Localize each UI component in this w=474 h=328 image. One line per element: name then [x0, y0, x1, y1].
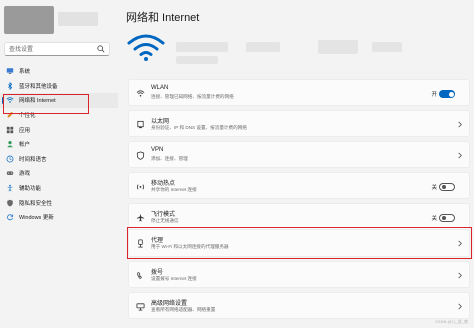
ethernet-icon [136, 120, 145, 129]
card-mobile-hotspot[interactable]: 移动热点 共享你的 Internet 连接 关 [128, 172, 470, 199]
card-title: 以太网 [151, 119, 170, 125]
toggle-knob [441, 216, 446, 220]
wifi-icon [6, 96, 14, 104]
dialup-icon [136, 271, 145, 280]
card-title: 拨号 [151, 270, 164, 276]
vpn-shield-icon [136, 151, 145, 160]
sidebar-item-time-language[interactable]: 时间和语言 [0, 152, 118, 167]
update-icon [6, 213, 14, 221]
chevron-right-icon [458, 121, 462, 128]
card-subtitle: 设置拨号 Internet 连接 [151, 276, 197, 281]
sidebar-item-accounts[interactable]: 帐户 [0, 137, 118, 152]
network-name-redacted [176, 42, 228, 52]
card-subtitle: 添加、连接、管理 [151, 156, 188, 161]
person-icon [6, 140, 14, 148]
chevron-right-icon [458, 272, 462, 279]
card-subtitle: 连接、管理已知网络、按流量计费的网络 [151, 94, 234, 99]
chevron-right-icon [458, 303, 462, 310]
sidebar-item-windows-update[interactable]: Windows 更新 [0, 210, 118, 225]
card-vpn[interactable]: VPN 添加、连接、管理 [128, 141, 470, 168]
brush-icon [6, 111, 14, 119]
airplane-icon [136, 213, 145, 222]
gamepad-icon [6, 169, 14, 177]
bluetooth-icon [6, 81, 14, 90]
chevron-right-icon [458, 152, 462, 159]
card-title: WLAN [151, 85, 169, 91]
card-title: 飞行模式 [151, 212, 176, 218]
usage-redacted [318, 40, 358, 54]
toggle-knob [448, 91, 454, 97]
sidebar-item-bluetooth[interactable]: 蓝牙和其他设备 [0, 79, 118, 94]
sidebar-item-system[interactable]: 系统 [0, 64, 118, 79]
wifi-hero-icon [127, 34, 165, 61]
card-title: VPN [151, 147, 164, 153]
proxy-icon [136, 239, 145, 248]
sidebar-item-label: 隐私和安全性 [19, 200, 53, 207]
toggle-state-label: 开 [431, 92, 437, 98]
wlan-toggle[interactable] [439, 90, 455, 98]
card-wlan[interactable]: WLAN 连接、管理已知网络、按流量计费的网络 开 [128, 79, 470, 106]
user-name-redacted [58, 12, 98, 26]
toggle-knob [441, 185, 446, 189]
sidebar-item-label: 游戏 [19, 171, 31, 178]
network-adapter-icon [136, 302, 145, 311]
sidebar: 查找设置 系统 蓝牙和其他设备 网络和 Internet 个性化 应用 帐户 时… [0, 0, 118, 328]
sidebar-item-label: Windows 更新 [19, 215, 54, 222]
usage-detail-redacted [372, 42, 402, 52]
toggle-state-label: 关 [431, 185, 437, 191]
card-subtitle: 查看所有网络适配器、网络重置 [151, 307, 216, 312]
page-title: 网络和 Internet [126, 12, 200, 24]
card-subtitle: 共享你的 Internet 连接 [151, 187, 197, 192]
search-icon[interactable] [97, 45, 105, 53]
chevron-right-icon [458, 240, 462, 247]
card-proxy[interactable]: 代理 用于 Wi-Fi 和以太网连接的代理服务器 [128, 229, 470, 257]
card-advanced-network[interactable]: 高级网络设置 查看所有网络适配器、网络重置 [128, 292, 470, 319]
sidebar-item-accessibility[interactable]: 辅助功能 [0, 181, 118, 196]
sidebar-item-label: 辅助功能 [19, 186, 42, 193]
accessibility-icon [6, 184, 14, 192]
sidebar-item-label: 时间和语言 [19, 156, 47, 163]
sidebar-item-personalization[interactable]: 个性化 [0, 108, 118, 123]
search-box[interactable]: 查找设置 [4, 42, 110, 56]
monitor-icon [6, 67, 14, 75]
card-ethernet[interactable]: 以太网 身份验证、IP 和 DNS 设置、按流量计费的网络 [128, 110, 470, 137]
airplane-toggle[interactable] [439, 214, 455, 222]
network-detail-redacted [176, 56, 218, 64]
card-airplane-mode[interactable]: 飞行模式 停止无线通信 关 [128, 203, 470, 230]
card-subtitle: 身份验证、IP 和 DNS 设置、按流量计费的网络 [151, 125, 247, 130]
toggle-state-label: 关 [431, 216, 437, 222]
sidebar-item-label: 应用 [19, 127, 31, 134]
search-input[interactable]: 查找设置 [9, 44, 33, 53]
sidebar-item-label: 个性化 [19, 113, 36, 120]
sidebar-item-label: 蓝牙和其他设备 [19, 83, 58, 90]
sidebar-item-apps[interactable]: 应用 [0, 122, 118, 137]
sidebar-item-label: 网络和 Internet [19, 98, 56, 105]
card-dialup[interactable]: 拨号 设置拨号 Internet 连接 [128, 261, 470, 288]
apps-icon [6, 126, 14, 134]
hotspot-toggle[interactable] [439, 183, 455, 191]
card-title: 高级网络设置 [151, 301, 188, 307]
wifi-icon [136, 89, 145, 98]
sidebar-item-network[interactable]: 网络和 Internet [0, 93, 118, 108]
card-title: 代理 [151, 238, 164, 244]
card-subtitle: 用于 Wi-Fi 和以太网连接的代理服务器 [151, 244, 229, 249]
shield-icon [6, 199, 14, 207]
properties-redacted [246, 42, 280, 52]
globe-clock-icon [6, 155, 14, 163]
card-subtitle: 停止无线通信 [151, 218, 179, 223]
sidebar-item-label: 系统 [19, 69, 31, 76]
card-title: 移动热点 [151, 181, 176, 187]
avatar[interactable] [4, 6, 54, 34]
sidebar-item-privacy[interactable]: 隐私和安全性 [0, 195, 118, 210]
watermark: CSDN @儿_凯_南 [435, 319, 468, 324]
sidebar-nav: 系统 蓝牙和其他设备 网络和 Internet 个性化 应用 帐户 时间和语言 … [0, 64, 118, 225]
hotspot-icon [136, 182, 145, 191]
sidebar-item-label: 帐户 [19, 142, 31, 149]
sidebar-item-gaming[interactable]: 游戏 [0, 166, 118, 181]
